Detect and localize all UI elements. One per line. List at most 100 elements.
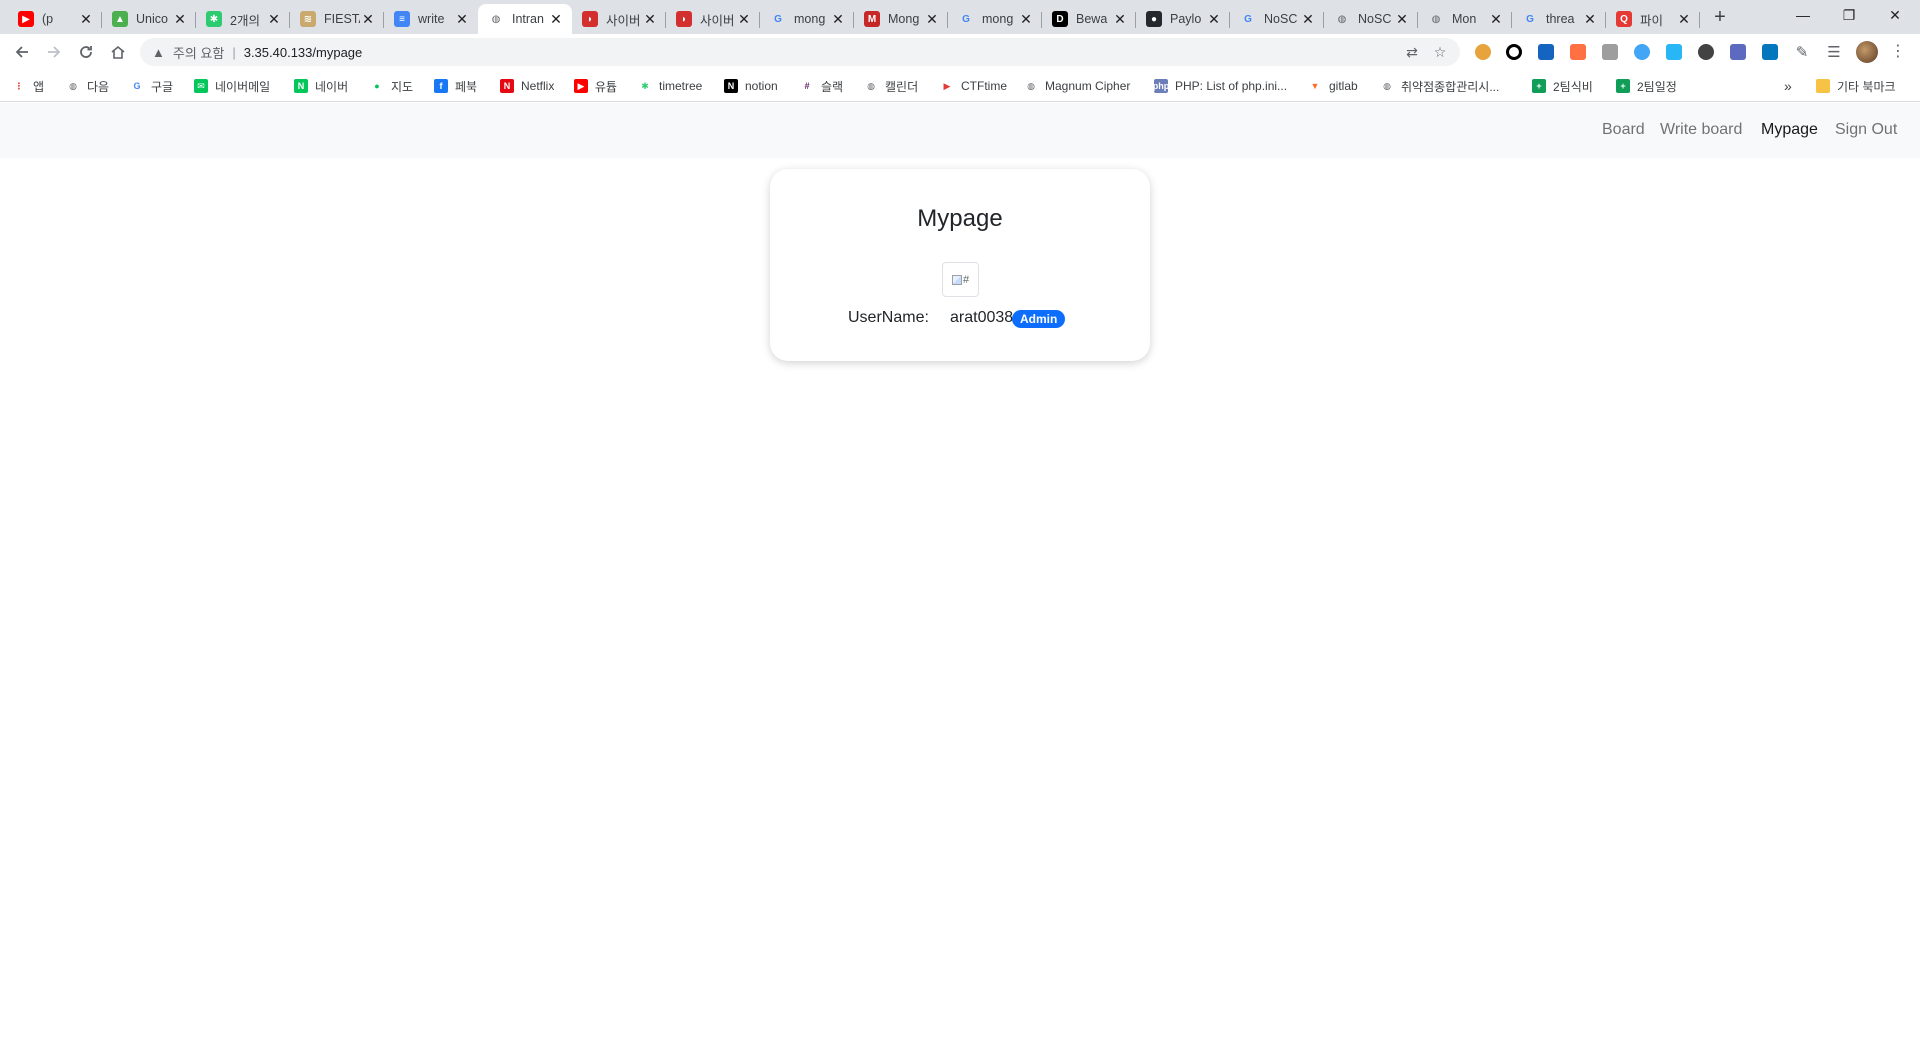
browser-tab[interactable]: G NoSC ✕: [1230, 4, 1324, 34]
profile-avatar[interactable]: [1856, 41, 1878, 63]
translate-extension-icon[interactable]: [1730, 44, 1746, 60]
bookmark-item[interactable]: ◍ 캘린더: [864, 76, 918, 96]
browser-tab[interactable]: ◍ Intran ✕: [478, 4, 572, 34]
bookmark-item[interactable]: +2팀일정: [1616, 76, 1677, 96]
github-icon: ●: [1146, 11, 1162, 27]
restore-button[interactable]: ❐: [1826, 0, 1872, 30]
close-tab-icon[interactable]: ✕: [1676, 11, 1692, 28]
browser-tab[interactable]: ✱ 2개의 ✕: [196, 4, 290, 34]
qa-icon: Q: [1616, 11, 1632, 27]
security-warning-label[interactable]: 주의 요함: [173, 43, 224, 62]
home-button[interactable]: [104, 39, 132, 65]
browser-tab[interactable]: Q 파이 ✕: [1606, 4, 1700, 34]
bookmark-item[interactable]: ◍ 취약점종합관리시...: [1380, 76, 1499, 96]
tab-title: 사이버: [700, 13, 735, 28]
bookmark-item[interactable]: ● 지도: [370, 76, 413, 96]
close-tab-icon[interactable]: ✕: [1300, 11, 1316, 28]
tab-title: 2개의: [230, 13, 260, 28]
close-tab-icon[interactable]: ✕: [1394, 11, 1410, 28]
reload-button[interactable]: [72, 39, 100, 65]
incognito-extension-icon[interactable]: [1698, 44, 1714, 60]
tab-title: Mon: [1452, 12, 1477, 26]
close-window-button[interactable]: ✕: [1872, 0, 1918, 30]
browser-tab[interactable]: ◗ 사이버 ✕: [666, 4, 760, 34]
browser-tab[interactable]: Gmong ✕: [948, 4, 1042, 34]
folder-icon: [1816, 79, 1830, 93]
s-extension-icon[interactable]: [1762, 44, 1778, 60]
close-tab-icon[interactable]: ✕: [1488, 11, 1504, 28]
close-tab-icon[interactable]: ✕: [548, 11, 564, 28]
address-bar[interactable]: ▲ 주의 요함 | 3.35.40.133/mypage ⇄ ☆: [140, 38, 1460, 66]
reading-list-icon[interactable]: ☰: [1820, 39, 1848, 65]
bookmark-item[interactable]: ⋮ 앱: [12, 76, 45, 96]
bookmark-item[interactable]: N Netflix: [500, 76, 554, 96]
close-tab-icon[interactable]: ✕: [360, 11, 376, 28]
bookmark-item[interactable]: php PHP: List of php.ini...: [1153, 76, 1287, 96]
nav-mypage-link[interactable]: Mypage: [1761, 121, 1818, 139]
bookmark-label: notion: [745, 79, 778, 93]
wappalyzer-extension-icon[interactable]: [1538, 44, 1554, 60]
bookmark-item[interactable]: # 슬랙: [800, 76, 843, 96]
url-text[interactable]: 3.35.40.133/mypage: [244, 45, 363, 60]
browser-tab[interactable]: Gmong ✕: [760, 4, 854, 34]
browser-tab[interactable]: ≡ write ✕: [384, 4, 478, 34]
browser-tab[interactable]: ▲ Unico ✕: [102, 4, 196, 34]
close-tab-icon[interactable]: ✕: [736, 11, 752, 28]
bookmark-item[interactable]: ▶ CTFtime: [940, 76, 1007, 96]
ring-extension-icon[interactable]: [1506, 44, 1522, 60]
close-tab-icon[interactable]: ✕: [924, 11, 940, 28]
browser-tab[interactable]: ▶ (p ✕: [8, 4, 102, 34]
cookie-extension-icon[interactable]: [1475, 44, 1491, 60]
nav-board-link[interactable]: Board: [1602, 121, 1645, 139]
browser-tab[interactable]: ≋ FIESTA✕: [290, 4, 384, 34]
browser-tab[interactable]: M Mong ✕: [854, 4, 948, 34]
back-button[interactable]: [8, 39, 36, 65]
close-tab-icon[interactable]: ✕: [1206, 11, 1222, 28]
forward-button[interactable]: [40, 39, 68, 65]
minimize-button[interactable]: —: [1780, 0, 1826, 30]
bookmark-item[interactable]: N 네이버: [294, 76, 348, 96]
browser-tab[interactable]: D Bewa ✕: [1042, 4, 1136, 34]
close-tab-icon[interactable]: ✕: [1018, 11, 1034, 28]
close-tab-icon[interactable]: ✕: [642, 11, 658, 28]
browser-tab[interactable]: Gthrea ✕: [1512, 4, 1606, 34]
close-tab-icon[interactable]: ✕: [266, 11, 282, 28]
browser-tab[interactable]: ◍ Mon ✕: [1418, 4, 1512, 34]
gitlab-icon: ▼: [1310, 81, 1320, 91]
close-tab-icon[interactable]: ✕: [172, 11, 188, 28]
close-tab-icon[interactable]: ✕: [1112, 11, 1128, 28]
bookmarks-overflow-button[interactable]: »: [1784, 76, 1792, 96]
warning-triangle-icon[interactable]: ▲: [152, 45, 165, 60]
browser-tab[interactable]: ● Paylo ✕: [1136, 4, 1230, 34]
browser-menu-icon[interactable]: ⋮: [1890, 41, 1906, 61]
other-bookmarks-folder[interactable]: 기타 북마크: [1816, 76, 1896, 96]
screen-extension-icon[interactable]: [1602, 44, 1618, 60]
bookmark-item[interactable]: Nnotion: [724, 76, 778, 96]
bookmark-item[interactable]: ▼ gitlab: [1308, 76, 1358, 96]
bookmark-item[interactable]: ✱ timetree: [638, 76, 702, 96]
browser-tab[interactable]: ◗ 사이버 ✕: [572, 4, 666, 34]
translate-icon[interactable]: ⇄: [1402, 42, 1422, 62]
bookmark-item[interactable]: f 페북: [434, 76, 477, 96]
bookmark-item[interactable]: +2팀식비: [1532, 76, 1593, 96]
bookmark-item[interactable]: ◍ Magnum Cipher: [1024, 76, 1130, 96]
close-tab-icon[interactable]: ✕: [78, 11, 94, 28]
new-tab-button[interactable]: +: [1708, 6, 1732, 29]
close-tab-icon[interactable]: ✕: [454, 11, 470, 28]
bookmark-item[interactable]: ▶ 유튭: [574, 76, 617, 96]
sheets-plus-icon: +: [1616, 79, 1630, 93]
hackbar-extension-icon[interactable]: [1570, 44, 1586, 60]
bookmark-item[interactable]: G 구글: [130, 76, 173, 96]
nav-write-board-link[interactable]: Write board: [1660, 121, 1742, 139]
extensions-puzzle-icon[interactable]: ✎: [1788, 39, 1816, 65]
close-tab-icon[interactable]: ✕: [1582, 11, 1598, 28]
bookmark-item[interactable]: ✉ 네이버메일: [194, 76, 270, 96]
bookmark-star-icon[interactable]: ☆: [1430, 42, 1450, 62]
close-tab-icon[interactable]: ✕: [830, 11, 846, 28]
edge-extension-icon[interactable]: [1634, 44, 1650, 60]
bookmark-item[interactable]: ◍ 다음: [66, 76, 109, 96]
document-extension-icon[interactable]: [1666, 44, 1682, 60]
browser-tab[interactable]: ◍ NoSC ✕: [1324, 4, 1418, 34]
browser-tabstrip: ▶(p✕▲Unico✕✱2개의✕≋FIESTA✕≡write✕◍Intran✕◗…: [0, 0, 1920, 34]
nav-sign-out-link[interactable]: Sign Out: [1835, 121, 1897, 139]
